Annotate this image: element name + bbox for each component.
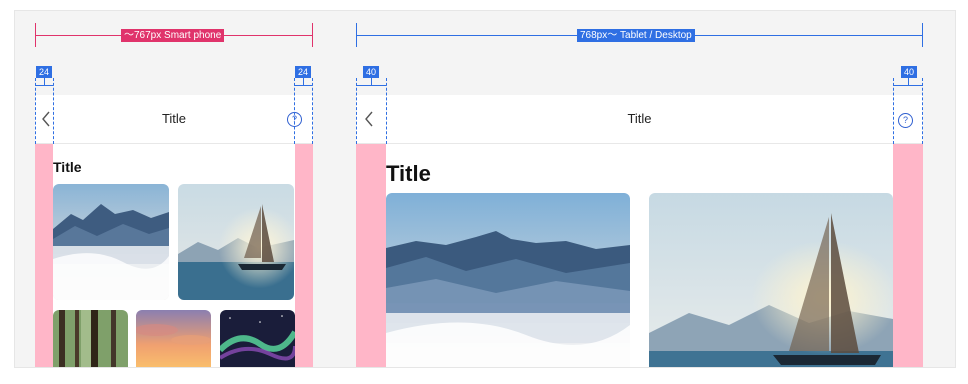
tablet-guide-left-inner: [386, 78, 387, 144]
tablet-margin-left-badge: 40: [363, 66, 380, 78]
help-glyph: ?: [902, 115, 908, 125]
tablet-margin-right-badge: 40: [901, 66, 918, 78]
sp-screen: Title ? Title: [35, 95, 313, 367]
tablet-screen: Title ? Title: [356, 95, 923, 367]
question-circle-icon[interactable]: ?: [898, 113, 913, 128]
sp-range-tick-right: [312, 23, 313, 47]
sp-range-tick-left: [35, 23, 36, 47]
sp-page-title: Title: [53, 159, 82, 175]
tablet-page-title: Title: [386, 161, 431, 186]
tablet-header-title: Title: [627, 111, 652, 126]
chevron-left-icon[interactable]: [41, 111, 51, 127]
tablet-gutter-left: [356, 143, 386, 367]
tablet-range-tick-right: [922, 23, 923, 47]
tablet-mountain-photo: [386, 193, 630, 367]
sp-header: Title ?: [35, 95, 313, 144]
tablet-guide-left-outer: [356, 78, 357, 144]
sp-margin-left-badge: 24: [36, 66, 53, 78]
sp-gutter-right: [295, 143, 313, 367]
tablet-range-tick-left: [356, 23, 357, 47]
sp-aurora-photo: [220, 310, 295, 367]
sp-sunset-photo: [136, 310, 211, 367]
tablet-margin-left-tick: [371, 78, 372, 86]
tablet-gutter-right: [893, 143, 923, 367]
tablet-sailboat-photo: [649, 193, 893, 367]
sp-sailboat-photo: [178, 184, 294, 300]
sp-gutter-left: [35, 143, 53, 367]
sp-margin-left-tick: [44, 78, 45, 86]
chevron-left-icon[interactable]: [364, 111, 374, 127]
tablet-margin-right-tick: [908, 78, 909, 86]
sp-guide-left-outer: [35, 78, 36, 144]
canvas: 〜767px Smart phone 768px〜 Tablet / Deskt…: [14, 10, 956, 368]
sp-margin-right-badge: 24: [295, 66, 312, 78]
tablet-guide-right-outer: [922, 78, 923, 144]
sp-mountain-photo: [53, 184, 169, 300]
sp-range-label: 〜767px Smart phone: [121, 29, 225, 42]
sp-margin-right-tick: [303, 78, 304, 86]
sp-header-title: Title: [161, 111, 187, 126]
tablet-range-label: 768px〜 Tablet / Desktop: [577, 29, 695, 42]
sp-forest-photo: [53, 310, 128, 367]
sp-guide-right-outer: [312, 78, 313, 144]
sp-guide-right-inner: [294, 78, 295, 144]
tablet-header: Title ?: [356, 95, 923, 144]
tablet-guide-right-inner: [893, 78, 894, 144]
sp-guide-left-inner: [53, 78, 54, 144]
